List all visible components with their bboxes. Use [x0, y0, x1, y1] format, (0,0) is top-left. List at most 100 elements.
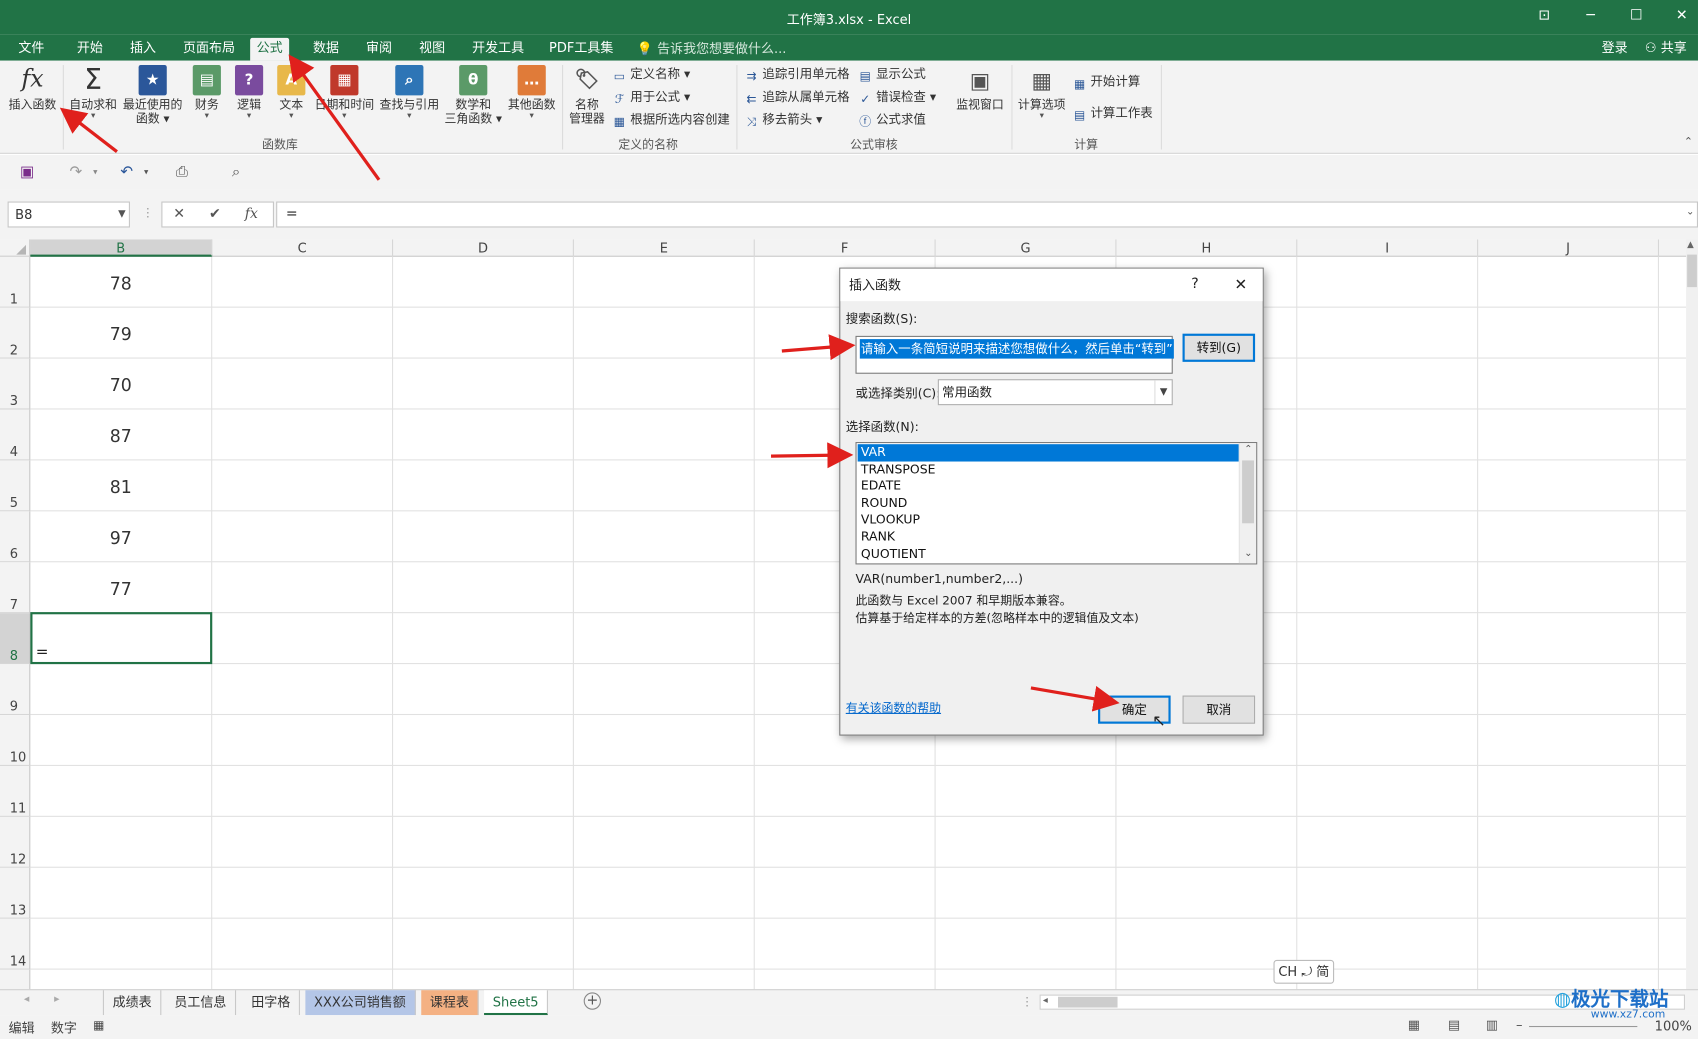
row-header[interactable]: 8 [0, 613, 31, 665]
lookup-button[interactable]: ⌕ 查找与引用 ▾ [378, 65, 441, 120]
column-header[interactable]: I [1297, 239, 1479, 257]
save-icon[interactable]: ▣ [16, 163, 38, 183]
close-icon[interactable]: ✕ [1235, 269, 1248, 302]
active-cell-b8[interactable]: = [30, 612, 213, 665]
trace-dependents-button[interactable]: ⇇ 追踪从属单元格 [744, 87, 850, 107]
tab-insert[interactable]: 插入 [123, 38, 162, 61]
tab-page-layout[interactable]: 页面布局 [177, 38, 242, 61]
function-help-link[interactable]: 有关该函数的帮助 [846, 699, 941, 716]
cell-b3[interactable]: 70 [30, 360, 211, 411]
column-header[interactable]: E [574, 239, 755, 257]
category-select[interactable]: 常用函数 ▼ [937, 379, 1173, 406]
expand-formula-icon[interactable]: ⌄ [1686, 207, 1694, 218]
sheet-tab-active[interactable]: Sheet5 [484, 990, 549, 1016]
share-button[interactable]: ⚇ 共享 [1638, 38, 1693, 61]
sheet-tab[interactable]: XXX公司销售额 [305, 990, 416, 1016]
remove-arrows-button[interactable]: ⤨ 移去箭头 ▾ [744, 109, 823, 129]
zoom-preview-icon[interactable]: ⌕ [225, 163, 247, 183]
row-header[interactable]: 11 [0, 765, 31, 817]
name-box[interactable]: B8 ▼ [7, 201, 130, 228]
text-button[interactable]: A 文本 ▾ [273, 65, 310, 120]
tab-data[interactable]: 数据 [306, 38, 345, 61]
row-header[interactable]: 3 [0, 358, 31, 410]
calc-sheet-button[interactable]: ▤ 计算工作表 [1072, 103, 1153, 123]
chevron-down-icon[interactable]: ⌄ [1244, 548, 1252, 559]
recent-functions-button[interactable]: ★ 最近使用的 函数 ▾ [121, 65, 184, 126]
column-header[interactable]: G [936, 239, 1117, 257]
list-item[interactable]: VAR [857, 444, 1239, 462]
sheet-tab[interactable]: 员工信息 [166, 990, 237, 1016]
normal-view-icon[interactable]: ▦ [1408, 1017, 1420, 1032]
cancel-button[interactable]: 取消 [1182, 695, 1256, 724]
cell-b7[interactable]: 77 [30, 563, 211, 614]
tab-review[interactable]: 审阅 [360, 38, 399, 61]
column-header[interactable]: B [30, 239, 213, 257]
row-header[interactable]: 4 [0, 409, 31, 461]
tab-file[interactable]: 文件 [12, 38, 51, 61]
function-list[interactable]: VAR TRANSPOSE EDATE ROUND VLOOKUP RANK Q… [855, 442, 1258, 565]
tell-me-box[interactable]: 💡 告诉我您想要做什么... [637, 39, 787, 57]
redo-dropdown-icon[interactable]: ▾ [84, 163, 106, 183]
prev-sheet-icon[interactable]: ◂ [24, 993, 29, 1005]
search-function-input[interactable]: 请输入一条简短说明来描述您想做什么，然后单击“转到” [855, 335, 1174, 374]
show-formulas-button[interactable]: ▤ 显示公式 [858, 64, 926, 84]
use-in-formula-button[interactable]: ℱ 用于公式 ▾ [612, 87, 691, 107]
insert-function-button[interactable]: fx 插入函数 [6, 65, 58, 112]
splitter-dots-icon[interactable]: ⋮ [142, 206, 154, 220]
error-checking-button[interactable]: ✓ 错误检查 ▾ [858, 87, 936, 107]
row-header[interactable]: 2 [0, 307, 31, 359]
macro-record-icon[interactable]: ▦ [93, 1018, 104, 1032]
calc-now-button[interactable]: ▦ 开始计算 [1072, 72, 1140, 92]
row-header[interactable]: 6 [0, 511, 31, 563]
sheet-tab[interactable]: 成绩表 [102, 990, 162, 1016]
cell-b2[interactable]: 79 [30, 309, 211, 360]
create-from-selection-button[interactable]: ▦ 根据所选内容创建 [612, 109, 730, 129]
tab-formulas[interactable]: 公式 [250, 37, 290, 61]
undo-icon[interactable]: ↶ [116, 163, 138, 183]
autosum-button[interactable]: Σ 自动求和 ▾ [67, 65, 119, 120]
tab-developer[interactable]: 开发工具 [466, 38, 531, 61]
minimize-icon[interactable]: ─ [1579, 7, 1603, 27]
scroll-up-icon[interactable]: ▲ [1687, 239, 1694, 249]
column-header[interactable]: F [755, 239, 936, 257]
zoom-level[interactable]: 100% [1655, 1018, 1692, 1033]
help-question-icon[interactable]: ? [1191, 269, 1198, 302]
ribbon-display-icon[interactable]: ⊡ [1532, 7, 1556, 27]
enter-check-icon[interactable]: ✔ [209, 206, 221, 222]
logical-button[interactable]: ? 逻辑 ▾ [231, 65, 268, 120]
list-item[interactable]: VLOOKUP [858, 512, 1239, 529]
cell-b1[interactable]: 78 [30, 258, 211, 309]
scroll-thumb[interactable] [1687, 254, 1697, 288]
row-header[interactable]: 14 [0, 918, 31, 970]
zoom-slider[interactable] [1529, 1025, 1638, 1028]
h-scroll-thumb[interactable] [1057, 996, 1118, 1008]
row-header[interactable]: 7 [0, 562, 31, 614]
column-header[interactable]: D [393, 239, 574, 257]
column-header[interactable]: H [1116, 239, 1298, 257]
financial-button[interactable]: ▤ 财务 ▾ [188, 65, 225, 120]
list-item[interactable]: QUOTIENT [858, 546, 1239, 563]
column-header[interactable]: J [1478, 239, 1660, 257]
select-all-corner[interactable] [0, 239, 31, 257]
splitter-dots-icon[interactable]: ⋮ [1021, 995, 1033, 1009]
scroll-left-icon[interactable]: ◂ [1043, 996, 1048, 1007]
close-icon[interactable]: ✕ [1670, 7, 1694, 27]
formula-input[interactable]: = [276, 201, 1698, 228]
row-header[interactable]: 5 [0, 460, 31, 512]
undo-dropdown-icon[interactable]: ▾ [135, 163, 157, 183]
go-button[interactable]: 转到(G) [1182, 333, 1256, 362]
cancel-x-icon[interactable]: ✕ [173, 206, 185, 222]
login-link[interactable]: 登录 [1595, 38, 1634, 61]
math-trig-button[interactable]: θ 数学和 三角函数 ▾ [443, 65, 504, 126]
define-name-button[interactable]: ▭ 定义名称 ▾ [612, 64, 690, 84]
cell-b6[interactable]: 97 [30, 512, 211, 563]
maximize-icon[interactable]: ☐ [1624, 7, 1648, 27]
collapse-ribbon-icon[interactable]: ⌃ [1684, 137, 1693, 149]
row-header[interactable]: 9 [0, 664, 31, 716]
chevron-down-icon[interactable]: ▼ [1154, 380, 1171, 405]
page-layout-view-icon[interactable]: ▤ [1448, 1017, 1460, 1032]
sheet-tab[interactable]: 田字格 [243, 990, 300, 1016]
sheet-tab[interactable]: 课程表 [421, 990, 479, 1016]
row-header[interactable]: 10 [0, 715, 31, 766]
watch-window-button[interactable]: ▣ 监视窗口 [952, 65, 1008, 111]
